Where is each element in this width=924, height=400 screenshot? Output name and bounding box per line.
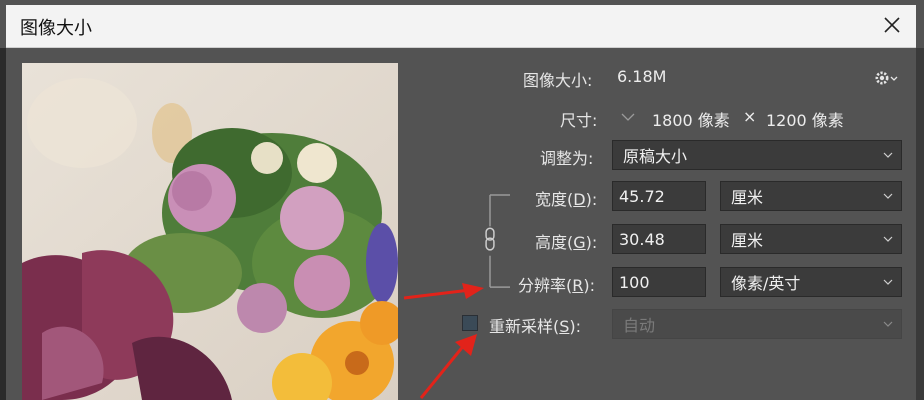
chain-link-icon — [485, 227, 495, 251]
times-sign: × — [743, 107, 757, 126]
width-unit-select[interactable]: 厘米 — [720, 181, 902, 211]
close-icon — [884, 17, 900, 33]
chevron-down-icon — [883, 321, 893, 327]
image-size-dialog: 图像大小 图像大小: 6.18M 尺寸: 1800 像素 × 1200 像素 调… — [0, 0, 924, 400]
gear-icon — [875, 71, 898, 85]
width-input[interactable]: 45.72 — [612, 181, 706, 211]
resample-method-select[interactable]: 自动 — [612, 309, 902, 339]
resample-checkbox[interactable] — [462, 315, 478, 331]
chevron-down-icon — [883, 279, 893, 285]
dimensions-label: 尺寸: — [560, 111, 598, 130]
fit-to-value: 原稿大小 — [623, 147, 688, 166]
arrow-annotation — [419, 334, 477, 399]
fit-to-select[interactable]: 原稿大小 — [612, 140, 902, 170]
left-edge — [0, 48, 6, 400]
fit-to-label: 调整为: — [540, 149, 594, 168]
resolution-unit-select[interactable]: 像素/英寸 — [720, 267, 902, 297]
resolution-input[interactable]: 100 — [612, 267, 706, 297]
image-size-value: 6.18M — [617, 67, 667, 86]
title-bar: 图像大小 — [6, 5, 916, 48]
image-size-label: 图像大小: — [523, 71, 593, 90]
right-edge — [916, 48, 924, 400]
constrain-proportions-link[interactable] — [470, 193, 510, 291]
settings-gear-button[interactable] — [874, 68, 898, 88]
chevron-down-icon — [883, 152, 893, 158]
chevron-down-icon — [883, 236, 893, 242]
chevron-down-icon — [883, 193, 893, 199]
width-label: 宽度(D): — [535, 190, 598, 209]
pixel-height: 1200 像素 — [766, 111, 844, 130]
height-input[interactable]: 30.48 — [612, 224, 706, 254]
height-label: 高度(G): — [535, 233, 598, 252]
height-unit-select[interactable]: 厘米 — [720, 224, 902, 254]
pixel-width: 1800 像素 — [652, 111, 730, 130]
dialog-title: 图像大小 — [20, 18, 92, 39]
resolution-label: 分辨率(R): — [518, 276, 596, 295]
close-button[interactable] — [878, 11, 906, 39]
image-preview[interactable] — [22, 63, 398, 400]
chevron-down-icon[interactable] — [619, 109, 637, 125]
arrow-annotation — [403, 283, 484, 300]
resample-label: 重新采样(S): — [489, 317, 582, 336]
